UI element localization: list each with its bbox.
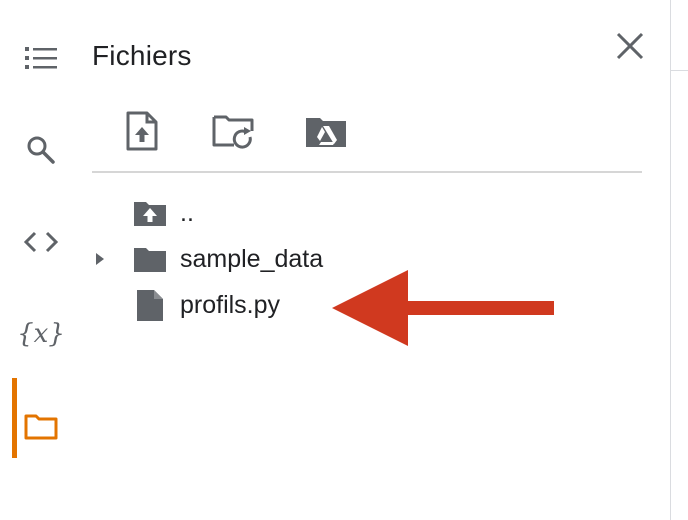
file-icon <box>130 285 170 325</box>
mount-drive-button[interactable] <box>304 111 348 155</box>
file-row-parent[interactable]: .. <box>80 190 640 236</box>
code-icon <box>24 231 58 253</box>
close-button[interactable] <box>610 28 650 68</box>
mount-drive-icon <box>305 114 347 153</box>
table-of-contents-button[interactable] <box>12 30 70 86</box>
search-icon <box>26 135 56 165</box>
toolbar-divider <box>92 171 642 173</box>
close-icon <box>616 32 644 65</box>
files-panel: Fichiers .. sample_data profils.py <box>80 0 670 520</box>
files-toolbar <box>120 110 348 156</box>
files-button[interactable] <box>12 378 70 458</box>
file-name: .. <box>180 198 194 227</box>
folder-up-icon <box>130 193 170 233</box>
annotation-arrow <box>332 270 554 346</box>
code-snippets-button[interactable] <box>12 214 70 270</box>
file-name: sample_data <box>180 244 324 273</box>
variables-button[interactable]: {x} <box>12 306 70 362</box>
folder-icon <box>130 239 170 279</box>
panel-title: Fichiers <box>92 40 192 71</box>
search-button[interactable] <box>12 122 70 178</box>
edge-notch <box>671 70 688 81</box>
upload-file-icon <box>125 111 159 156</box>
expand-caret-icon[interactable] <box>92 251 108 267</box>
folder-icon <box>24 412 58 440</box>
panel-resize-edge[interactable] <box>670 0 688 520</box>
refresh-button[interactable] <box>212 111 256 155</box>
upload-file-button[interactable] <box>120 111 164 155</box>
sidebar: {x} <box>0 0 80 520</box>
file-name: profils.py <box>180 290 281 319</box>
list-icon <box>25 45 57 71</box>
refresh-folder-icon <box>212 113 256 154</box>
variables-icon: {x} <box>17 319 65 349</box>
